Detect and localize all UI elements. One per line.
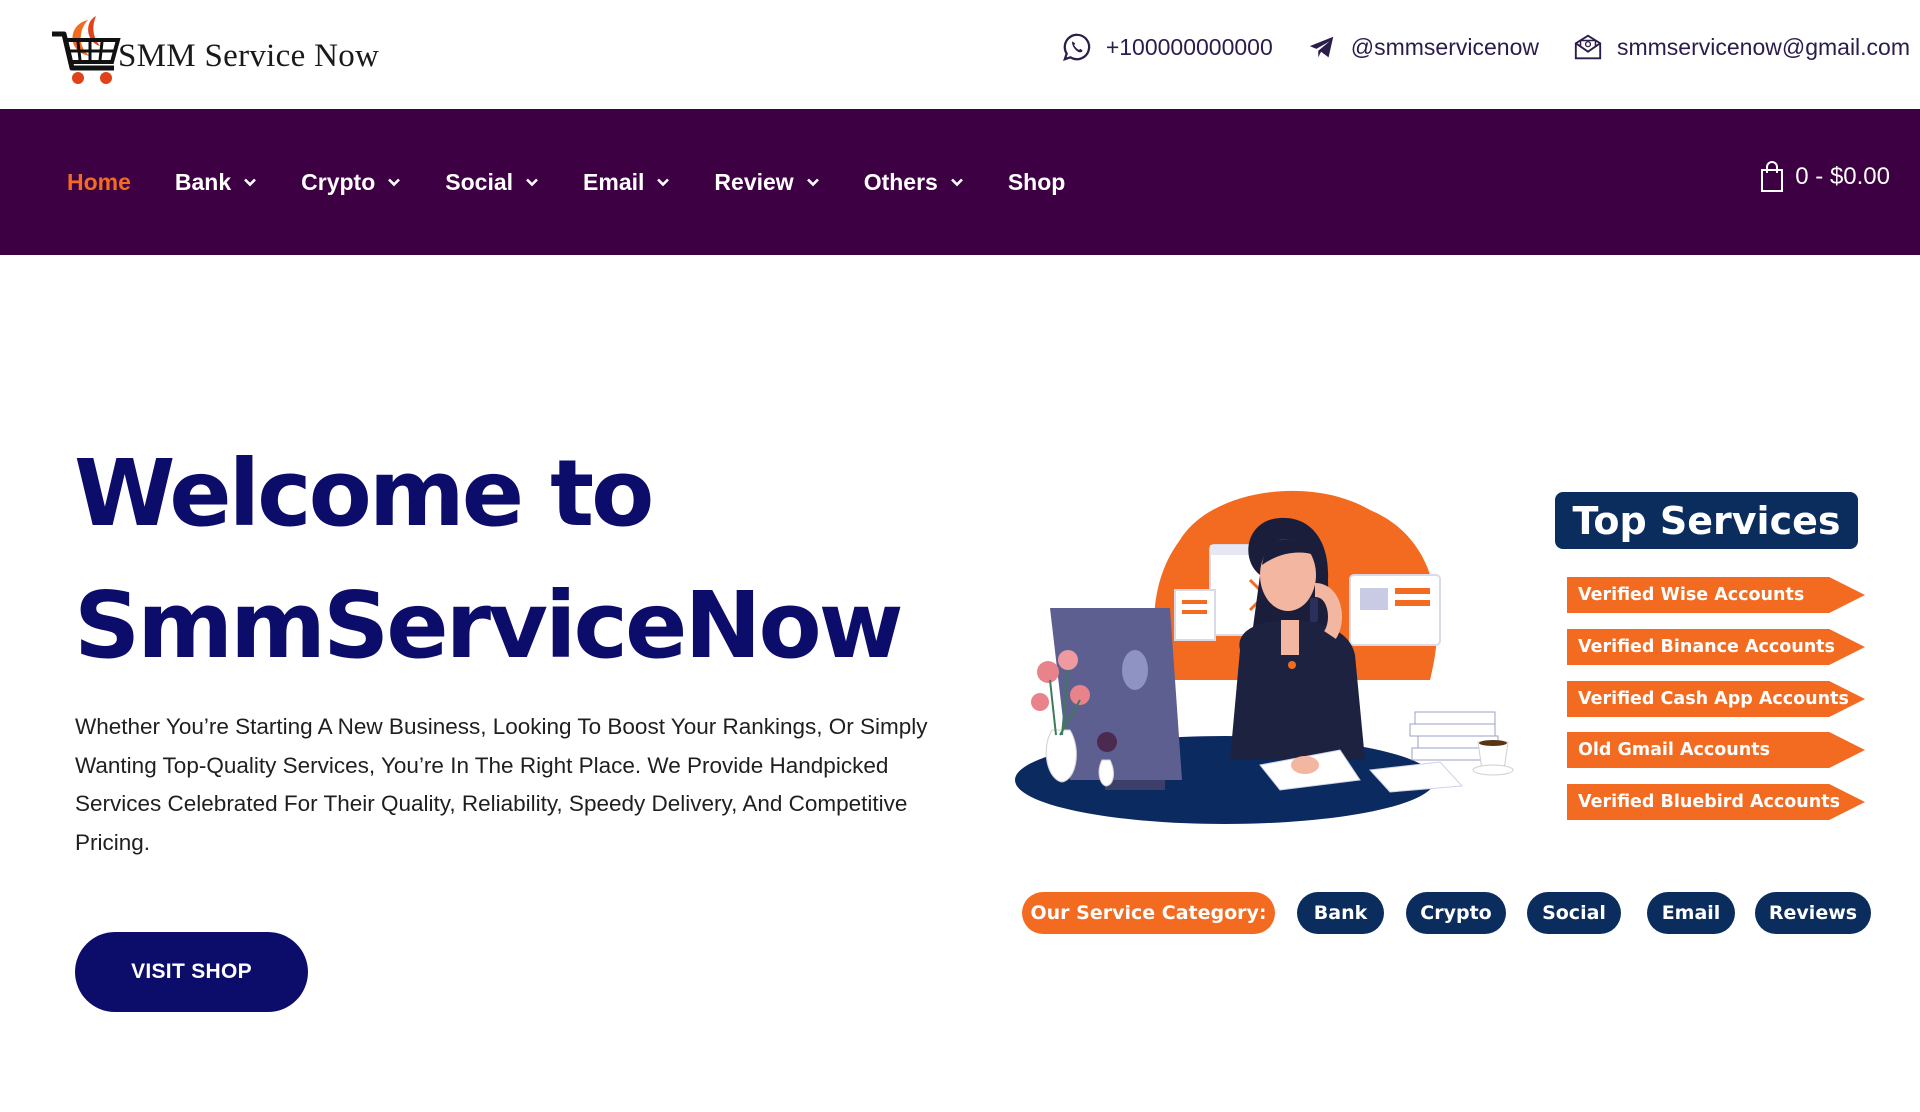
hero-illustration	[1015, 490, 1514, 824]
nav-item-label: Home	[67, 168, 131, 195]
hero-title-line1: Welcome to	[74, 440, 654, 547]
telegram-handle: @smmservicenow	[1350, 33, 1539, 60]
nav-item-label: Crypto	[301, 168, 376, 195]
logo-text: SMM Service Now	[118, 38, 380, 74]
contact-telegram[interactable]: @smmservicenow	[1307, 32, 1539, 62]
nav-item-home[interactable]: Home	[67, 169, 131, 196]
nav-item-email[interactable]: Email	[583, 169, 670, 196]
nav-item-label: Email	[583, 168, 645, 195]
hero-title-line2: SmmServiceNow	[74, 572, 904, 679]
hero-paragraph: Whether You’re Starting A New Business, …	[75, 714, 928, 856]
cart-summary[interactable]: 0 - $0.00	[1759, 161, 1890, 193]
cart-logo-icon	[52, 16, 121, 84]
nav-item-crypto[interactable]: Crypto	[301, 169, 401, 196]
category-pill-social[interactable]: Social	[1527, 892, 1621, 934]
contact-phone[interactable]: +100000000000	[1062, 32, 1273, 62]
contact-email[interactable]: smmservicenow@gmail.com	[1573, 32, 1910, 62]
nav-item-label: Others	[863, 168, 938, 195]
chevron-down-icon	[806, 178, 819, 187]
nav-item-label: Review	[714, 168, 794, 195]
nav-item-social[interactable]: Social	[445, 169, 539, 196]
nav-item-review[interactable]: Review	[714, 169, 819, 196]
telegram-icon	[1309, 36, 1334, 58]
nav-item-label: Bank	[174, 168, 232, 195]
service-tag-cash-app[interactable]: Verified Cash App Accounts	[1567, 681, 1865, 717]
site-logo[interactable]: SMM Service Now	[48, 12, 418, 92]
nav-item-shop[interactable]: Shop	[1008, 169, 1066, 196]
service-tag-wise[interactable]: Verified Wise Accounts	[1567, 577, 1865, 613]
email-icon	[1574, 34, 1602, 60]
phone-number: +100000000000	[1105, 33, 1273, 60]
category-pill-crypto[interactable]: Crypto	[1406, 892, 1506, 934]
service-tag-binance[interactable]: Verified Binance Accounts	[1567, 629, 1865, 665]
category-pill-bank[interactable]: Bank	[1297, 892, 1384, 934]
chevron-down-icon	[657, 178, 670, 187]
email-address: smmservicenow@gmail.com	[1616, 33, 1910, 60]
top-services-title: Top Services	[1555, 492, 1858, 549]
chevron-down-icon	[950, 178, 963, 187]
service-tag-gmail[interactable]: Old Gmail Accounts	[1567, 732, 1865, 768]
main-nav: Home Bank Crypto Social Email Review Oth…	[67, 109, 1065, 255]
service-tag-bluebird[interactable]: Verified Bluebird Accounts	[1567, 784, 1865, 820]
nav-item-bank[interactable]: Bank	[175, 169, 257, 196]
chevron-down-icon	[244, 178, 257, 187]
shopping-bag-icon	[1761, 161, 1784, 192]
nav-item-others[interactable]: Others	[864, 169, 964, 196]
nav-item-label: Shop	[1007, 168, 1066, 195]
category-pill-email[interactable]: Email	[1647, 892, 1735, 934]
category-pill-reviews[interactable]: Reviews	[1755, 892, 1871, 934]
main-navbar: Home Bank Crypto Social Email Review Oth…	[0, 109, 1920, 255]
chevron-down-icon	[526, 178, 538, 187]
chevron-down-icon	[388, 178, 401, 187]
visit-shop-button[interactable]: VISIT SHOP	[75, 932, 308, 1012]
nav-item-label: Social	[445, 168, 514, 195]
whatsapp-icon	[1062, 33, 1091, 61]
contact-list: +100000000000 @smmservicenow smmservicen…	[1062, 32, 1910, 62]
header-topbar: SMM Service Now +100000000000 @smmservic…	[0, 0, 1920, 109]
cart-total: 0 - $0.00	[1795, 163, 1890, 190]
hero-title: Welcome to SmmServiceNow	[74, 428, 904, 692]
service-category-label: Our Service Category:	[1022, 892, 1275, 934]
